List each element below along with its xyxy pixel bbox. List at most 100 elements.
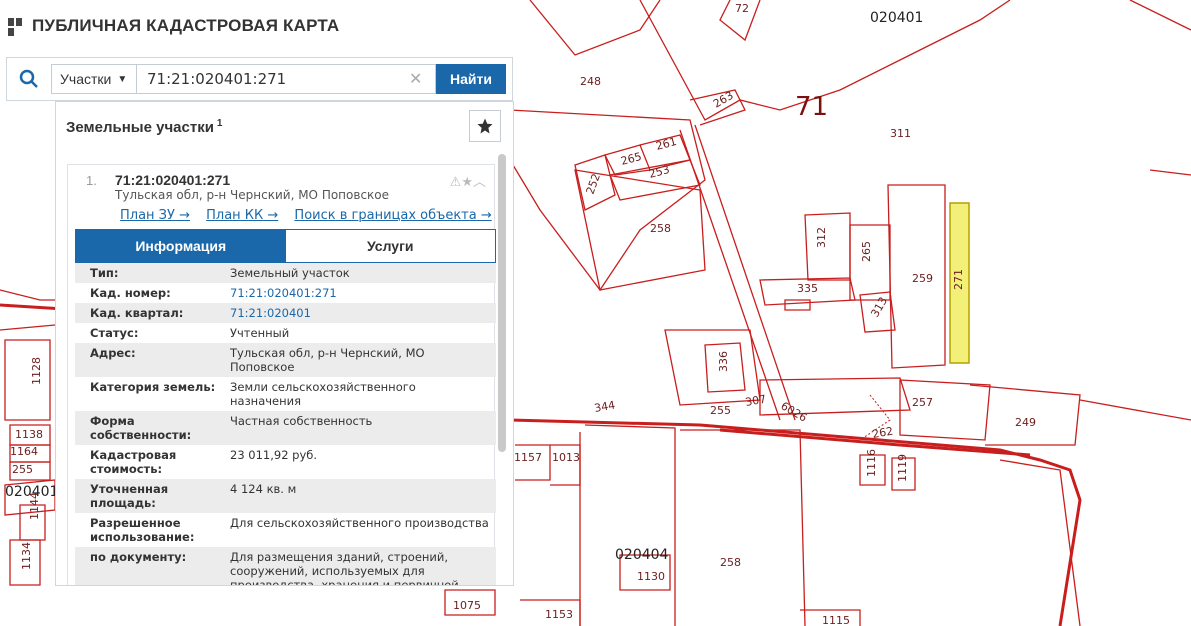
parcel-label[interactable]: 263	[711, 89, 736, 111]
parcel-label[interactable]: 248	[580, 75, 601, 88]
app-header: ПУБЛИЧНАЯ КАДАСТРОВАЯ КАРТА	[6, 16, 339, 36]
parcel-label[interactable]: 335	[797, 282, 818, 295]
info-key: по документу:	[90, 550, 187, 564]
info-key: Тип:	[90, 266, 119, 280]
tab-info[interactable]: Информация	[76, 230, 286, 262]
parcel-label[interactable]: 258	[650, 222, 671, 235]
parcel-label[interactable]: 1115	[822, 614, 850, 626]
panel-title: Земельные участки 1	[66, 118, 222, 136]
parcel-label[interactable]: 307	[744, 393, 767, 409]
parcel-label[interactable]: 253	[647, 163, 671, 181]
info-row: Уточненная площадь: 4 124 кв. м	[75, 479, 496, 513]
info-row: Адрес: Тульская обл, р-н Чернский, МО Поп…	[75, 343, 496, 377]
info-value: Для размещения зданий, строений, сооруже…	[230, 550, 459, 586]
clear-icon[interactable]: ✕	[409, 69, 422, 89]
result-count: 1	[216, 118, 223, 129]
parcel-label[interactable]: 1075	[453, 599, 481, 612]
parcel-label[interactable]: 020404	[615, 547, 669, 563]
result-links: План ЗУ → План КК → Поиск в границах объ…	[120, 208, 504, 223]
info-key: Кад. номер:	[90, 286, 171, 300]
parcel-label[interactable]: 271	[952, 269, 965, 290]
panel-header: Земельные участки 1	[56, 102, 513, 152]
parcel-label[interactable]: 249	[1015, 416, 1036, 429]
info-key: Форма собственности:	[90, 414, 192, 442]
info-value: Частная собственность	[230, 414, 373, 428]
results-panel: Земельные участки 1 1. 71:21:020401:271 Т…	[55, 101, 514, 586]
parcel-label[interactable]: 1119	[896, 454, 909, 482]
info-key: Уточненная площадь:	[90, 482, 169, 510]
favorite-button[interactable]	[469, 110, 501, 142]
star-icon[interactable]: ★	[461, 174, 473, 189]
info-key: Разрешенное использование:	[90, 516, 195, 544]
info-value: Земельный участок	[230, 266, 350, 280]
info-value-link[interactable]: 71:21:020401:271	[230, 286, 490, 300]
info-row: Кадастровая стоимость: 23 011,92 руб.	[75, 445, 496, 479]
result-address: Тульская обл, р-н Чернский, МО Поповское	[115, 188, 390, 202]
parcel-label[interactable]: 259	[912, 272, 933, 285]
parcel-label[interactable]: 1134	[20, 542, 33, 570]
app-title: ПУБЛИЧНАЯ КАДАСТРОВАЯ КАРТА	[32, 16, 340, 35]
info-row: Тип: Земельный участок	[75, 263, 496, 283]
parcel-label[interactable]: 1116	[865, 449, 878, 477]
parcel-label[interactable]: 1013	[552, 451, 580, 464]
find-button[interactable]: Найти	[436, 64, 506, 94]
parcel-label[interactable]: 72	[735, 2, 749, 15]
link-plan-zu[interactable]: План ЗУ →	[120, 208, 190, 223]
link-search-in-bounds[interactable]: Поиск в границах объекта →	[294, 208, 491, 223]
parcel-label[interactable]: 336	[717, 351, 730, 372]
parcel-label[interactable]: 258	[720, 556, 741, 569]
parcel-label[interactable]: 020401	[870, 10, 923, 26]
search-type-label: Участки	[60, 71, 112, 87]
info-row: Разрешенное использование: Для сельскохоз…	[75, 513, 496, 547]
parcel-label[interactable]: 265	[619, 150, 643, 168]
info-value: Учтенный	[230, 326, 290, 340]
parcel-label[interactable]: 1130	[637, 570, 665, 583]
parcel-label[interactable]: 255	[12, 463, 33, 476]
info-row: Кад. квартал: 71:21:020401	[75, 303, 496, 323]
parcel-label[interactable]: 1144	[28, 492, 41, 520]
parcel-label[interactable]: 311	[890, 127, 911, 140]
parcel-label[interactable]: 71	[795, 92, 828, 122]
info-value: 23 011,92 руб.	[230, 448, 318, 462]
parcel-label[interactable]: 1128	[30, 357, 43, 385]
parcel-label[interactable]: 1164	[10, 445, 38, 458]
panel-scrollbar[interactable]	[498, 154, 506, 452]
chevron-down-icon: ▼	[117, 73, 128, 85]
search-bar: Участки ▼ ✕ Найти	[6, 57, 513, 101]
parcel-label[interactable]: 262	[871, 425, 894, 441]
parcel-label[interactable]: 1153	[545, 608, 573, 621]
parcel-label[interactable]: 265	[860, 241, 873, 262]
rosreestr-logo-icon[interactable]	[6, 16, 24, 36]
info-row: Категория земель: Земли сельскохозяйствен…	[75, 377, 496, 411]
result-card[interactable]: 1. 71:21:020401:271 Тульская обл, р-н Че…	[67, 164, 496, 586]
parcel-label[interactable]: 312	[815, 227, 828, 248]
warning-icon[interactable]: ⚠	[450, 174, 462, 189]
chevron-up-icon[interactable]: ︿	[473, 174, 486, 189]
star-icon	[477, 118, 493, 134]
search-type-select[interactable]: Участки ▼	[51, 64, 137, 94]
search-input[interactable]	[137, 64, 436, 94]
parcel-label[interactable]: 261	[654, 135, 678, 153]
result-actions: ⚠★︿	[450, 171, 486, 190]
info-row: Кад. номер: 71:21:020401:271	[75, 283, 496, 303]
parcel-label[interactable]: 344	[593, 399, 616, 415]
info-row: Форма собственности: Частная собственност…	[75, 411, 496, 445]
result-number: 1.	[86, 173, 97, 188]
tab-services[interactable]: Услуги	[285, 230, 495, 262]
search-icon[interactable]	[7, 58, 51, 100]
result-cadastral-number[interactable]: 71:21:020401:271	[115, 172, 230, 188]
parcel-label[interactable]: 1157	[514, 451, 542, 464]
info-key: Кад. квартал:	[90, 306, 184, 320]
result-tabs: Информация Услуги	[75, 229, 496, 263]
info-key: Категория земель:	[90, 380, 216, 394]
parcel-label[interactable]: 255	[710, 404, 731, 417]
info-key: Кадастровая стоимость:	[90, 448, 177, 476]
link-plan-kk[interactable]: План КК →	[206, 208, 278, 223]
parcel-label[interactable]: 257	[912, 396, 933, 409]
parcel-label[interactable]: 313	[868, 295, 890, 320]
parcel-label[interactable]: 6026	[779, 399, 810, 424]
info-value: Земли сельскохозяйственного назначения	[230, 380, 416, 408]
info-value-link[interactable]: 71:21:020401	[230, 306, 490, 320]
parcel-label[interactable]: 1138	[15, 428, 43, 441]
parcel-label[interactable]: 252	[584, 172, 603, 196]
